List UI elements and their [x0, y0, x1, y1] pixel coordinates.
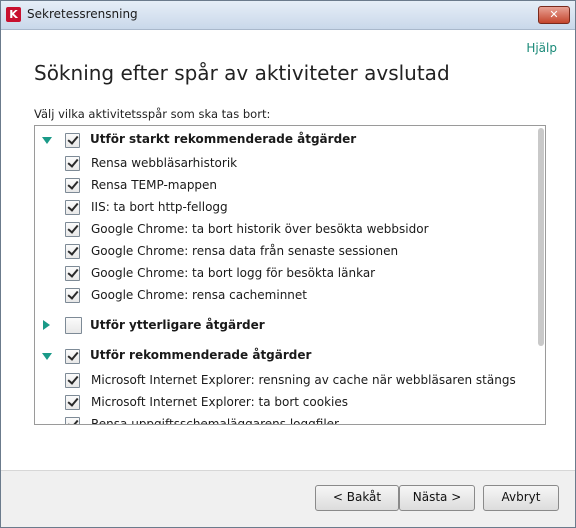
item-label: Microsoft Internet Explorer: ta bort coo… [91, 395, 348, 409]
list-item[interactable]: Google Chrome: rensa cacheminnet [35, 284, 535, 306]
expand-arrow-icon[interactable] [42, 137, 52, 144]
group-label: Utför starkt rekommenderade åtgärder [90, 132, 357, 146]
group-row-recommended[interactable]: Utför rekommenderade åtgärder [35, 345, 535, 367]
title-bar: K Sekretessrensning ✕ [1, 1, 575, 30]
kaspersky-logo-icon: K [6, 7, 21, 22]
dialog-window: K Sekretessrensning ✕ Hjälp Sökning efte… [0, 0, 576, 528]
list-item[interactable]: Rensa uppgiftsschemaläggarens loggfiler [35, 413, 535, 425]
item-checkbox[interactable] [65, 288, 80, 303]
list-item[interactable]: Google Chrome: rensa data från senaste s… [35, 240, 535, 262]
list-item[interactable]: Microsoft Internet Explorer: ta bort coo… [35, 391, 535, 413]
window-title: Sekretessrensning [27, 7, 138, 21]
item-label: Google Chrome: ta bort logg för besökta … [91, 266, 376, 280]
vertical-scrollbar[interactable] [538, 128, 544, 346]
list-item[interactable]: Rensa webbläsarhistorik [35, 152, 535, 174]
item-checkbox[interactable] [65, 266, 80, 281]
instruction-text: Välj vilka aktivitetsspår som ska tas bo… [34, 107, 271, 121]
list-item[interactable]: Google Chrome: ta bort historik över bes… [35, 218, 535, 240]
item-checkbox[interactable] [65, 222, 80, 237]
item-label: Microsoft Internet Explorer: rensning av… [91, 373, 516, 387]
close-button[interactable]: ✕ [538, 6, 570, 24]
item-label: Rensa uppgiftsschemaläggarens loggfiler [91, 417, 339, 425]
item-checkbox[interactable] [65, 395, 80, 410]
item-label: Google Chrome: rensa cacheminnet [91, 288, 307, 302]
expand-arrow-icon[interactable] [42, 353, 52, 360]
item-checkbox[interactable] [65, 417, 80, 424]
item-label: IIS: ta bort http-fellogg [91, 200, 228, 214]
group-label: Utför ytterligare åtgärder [90, 318, 265, 332]
item-label: Rensa TEMP-mappen [91, 178, 218, 192]
list-item[interactable]: Microsoft Internet Explorer: rensning av… [35, 369, 535, 391]
item-checkbox[interactable] [65, 200, 80, 215]
item-checkbox[interactable] [65, 244, 80, 259]
item-checkbox[interactable] [65, 156, 80, 171]
item-label: Google Chrome: rensa data från senaste s… [91, 244, 399, 258]
collapse-arrow-icon[interactable] [43, 320, 50, 330]
group-row-additional[interactable]: Utför ytterligare åtgärder [35, 314, 535, 336]
item-label: Rensa webbläsarhistorik [91, 156, 238, 170]
item-label: Google Chrome: ta bort historik över bes… [91, 222, 429, 236]
back-button[interactable]: < Bakåt [315, 485, 399, 511]
activity-list[interactable]: Utför starkt rekommenderade åtgärder Ren… [34, 125, 546, 425]
next-button[interactable]: Nästa > [399, 485, 475, 511]
list-item[interactable]: Rensa TEMP-mappen [35, 174, 535, 196]
group-checkbox-recommended[interactable] [65, 349, 80, 364]
group-row-strong[interactable]: Utför starkt rekommenderade åtgärder [35, 129, 535, 151]
group-checkbox-strong[interactable] [65, 133, 80, 148]
group-checkbox-additional[interactable] [65, 317, 82, 334]
list-item[interactable]: Google Chrome: ta bort logg för besökta … [35, 262, 535, 284]
cancel-button[interactable]: Avbryt [483, 485, 559, 511]
help-link[interactable]: Hjälp [526, 41, 557, 55]
item-checkbox[interactable] [65, 178, 80, 193]
list-item[interactable]: IIS: ta bort http-fellogg [35, 196, 535, 218]
item-checkbox[interactable] [65, 373, 80, 388]
group-label: Utför rekommenderade åtgärder [90, 348, 312, 362]
page-heading: Sökning efter spår av aktiviteter avslut… [34, 61, 450, 85]
